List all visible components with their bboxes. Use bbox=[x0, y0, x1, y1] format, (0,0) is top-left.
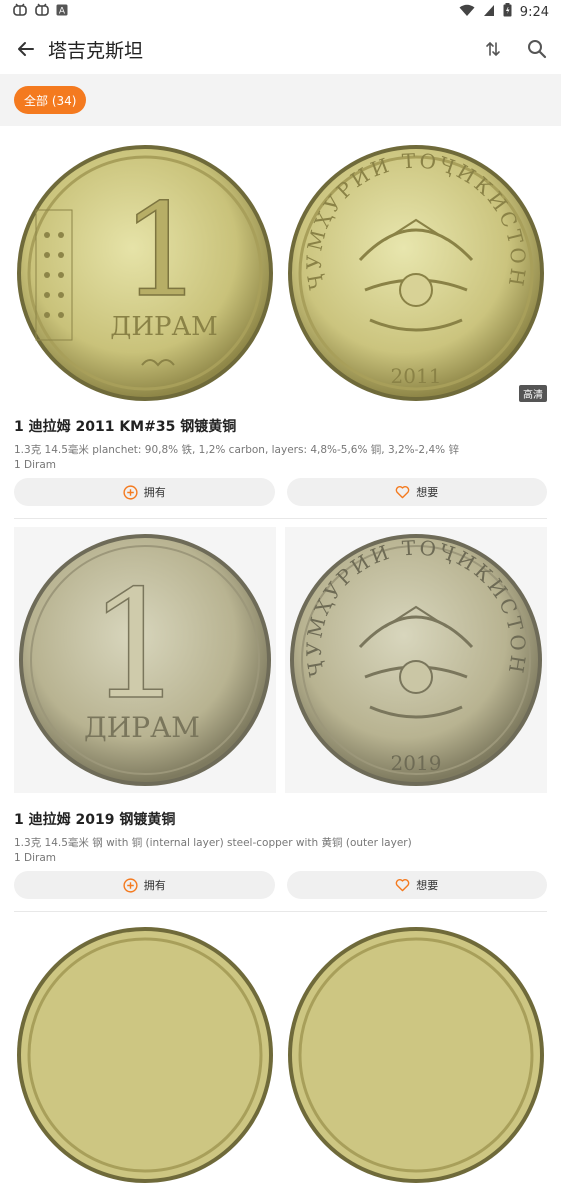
svg-text:A: A bbox=[59, 7, 66, 17]
status-time: 9:24 bbox=[519, 4, 549, 20]
svg-text:ДИРАМ: ДИРАМ bbox=[110, 312, 218, 342]
search-button[interactable] bbox=[519, 31, 555, 67]
a-badge-icon: A bbox=[56, 4, 68, 20]
coin-reverse-image[interactable] bbox=[285, 922, 547, 1188]
app-bar: 塔吉克斯坦 bbox=[0, 26, 561, 72]
search-icon bbox=[528, 40, 547, 59]
battery-icon bbox=[503, 3, 512, 21]
coin-list: 1 ДИРАМ ҶУМҲУРИИ ТОҶИКИСТОН 2011 高清 1 迪拉… bbox=[0, 126, 561, 1192]
coin-subtitle: 1 Diram bbox=[14, 852, 56, 864]
own-label: 拥有 bbox=[143, 486, 166, 499]
filter-bar: 全部 (34) bbox=[0, 74, 561, 126]
bug-icon bbox=[12, 3, 28, 21]
coin-subtitle: 1 Diram bbox=[14, 459, 56, 471]
coin-meta: 1.3克 14.5毫米 planchet: 90,8% 铁, 1,2% carb… bbox=[14, 444, 459, 456]
plus-circle-icon bbox=[123, 877, 138, 893]
coin-card[interactable] bbox=[0, 912, 561, 1192]
filter-chip-all[interactable]: 全部 (34) bbox=[14, 86, 87, 114]
want-label: 想要 bbox=[416, 879, 439, 892]
sort-button[interactable] bbox=[475, 31, 511, 67]
svg-text:2019: 2019 bbox=[391, 751, 442, 775]
coin-obverse-image[interactable]: 1 ДИРАМ bbox=[14, 140, 276, 406]
svg-text:1: 1 bbox=[121, 177, 202, 326]
bug-icon bbox=[34, 3, 50, 21]
wifi-icon bbox=[459, 4, 475, 21]
back-button[interactable] bbox=[4, 27, 48, 71]
coin-card[interactable]: 1 ДИРАМ ҶУМҲУРИИ ТОҶИКИСТОН bbox=[0, 519, 561, 912]
want-label: 想要 bbox=[416, 486, 439, 499]
hd-badge: 高清 bbox=[519, 385, 547, 402]
svg-text:ДИРАМ: ДИРАМ bbox=[84, 711, 200, 744]
sort-icon bbox=[486, 41, 500, 57]
coin-title: 1 迪拉姆 2019 钢镀黄铜 bbox=[14, 812, 176, 828]
coin-card[interactable]: 1 ДИРАМ ҶУМҲУРИИ ТОҶИКИСТОН bbox=[0, 126, 561, 519]
heart-icon bbox=[395, 486, 410, 499]
want-button[interactable]: 想要 bbox=[286, 871, 547, 899]
coin-title: 1 迪拉姆 2011 KM#35 钢镀黄铜 bbox=[14, 419, 237, 435]
coin-reverse-image[interactable]: ҶУМҲУРИИ ТОҶИКИСТОН 2019 bbox=[285, 527, 547, 793]
svg-text:2011: 2011 bbox=[391, 364, 442, 388]
signal-icon bbox=[483, 4, 495, 21]
own-button[interactable]: 拥有 bbox=[14, 478, 275, 506]
want-button[interactable]: 想要 bbox=[286, 478, 547, 506]
coin-obverse-image[interactable]: 1 ДИРАМ bbox=[14, 527, 276, 793]
page-title: 塔吉克斯坦 bbox=[48, 39, 144, 62]
own-label: 拥有 bbox=[143, 879, 166, 892]
status-bar: A 9:24 bbox=[0, 0, 561, 24]
plus-circle-icon bbox=[123, 484, 138, 500]
svg-text:1: 1 bbox=[88, 559, 183, 733]
heart-icon bbox=[395, 879, 410, 892]
coin-reverse-image[interactable]: ҶУМҲУРИИ ТОҶИКИСТОН 2011 bbox=[285, 140, 547, 406]
own-button[interactable]: 拥有 bbox=[14, 871, 275, 899]
coin-meta: 1.3克 14.5毫米 钢 with 铜 (internal layer) st… bbox=[14, 837, 412, 849]
arrow-left-icon bbox=[18, 42, 34, 56]
coin-obverse-image[interactable] bbox=[14, 922, 276, 1188]
